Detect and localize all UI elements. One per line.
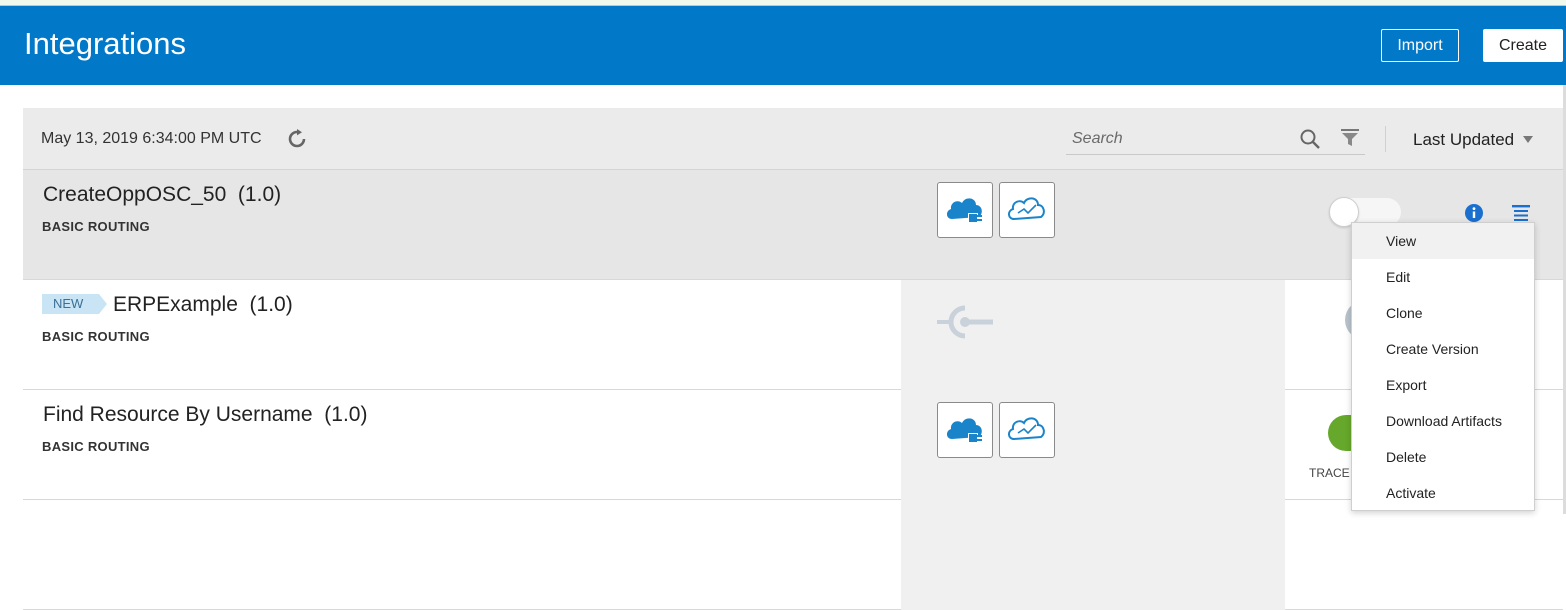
- last-refresh-timestamp: May 13, 2019 6:34:00 PM UTC: [41, 130, 262, 147]
- search-icon[interactable]: [1299, 128, 1321, 150]
- integration-pattern: BASIC ROUTING: [42, 219, 150, 234]
- menu-item-view[interactable]: View: [1352, 223, 1534, 259]
- integration-name[interactable]: Find Resource By Username (1.0): [43, 403, 367, 427]
- integration-name[interactable]: ERPExample (1.0): [113, 293, 293, 317]
- connection-plug-icon: [937, 305, 993, 339]
- page-title: Integrations: [24, 26, 186, 61]
- new-badge: NEW: [42, 294, 107, 314]
- integration-row[interactable]: Find Resource By Username (1.0) BASIC RO…: [23, 390, 1563, 500]
- integration-pattern: BASIC ROUTING: [42, 439, 150, 454]
- search-box: [1066, 122, 1365, 155]
- menu-item-download-artifacts[interactable]: Download Artifacts: [1352, 403, 1534, 439]
- import-button[interactable]: Import: [1381, 29, 1459, 62]
- source-adapter[interactable]: [937, 182, 993, 238]
- source-adapter[interactable]: [937, 402, 993, 458]
- hamburger-menu-icon[interactable]: [1511, 204, 1531, 222]
- integration-row[interactable]: NEW ERPExample (1.0) BASIC ROUTING: [23, 280, 1563, 390]
- menu-item-export[interactable]: Export: [1352, 367, 1534, 403]
- cloud-adapter-icon: [946, 418, 982, 443]
- menu-item-clone[interactable]: Clone: [1352, 295, 1534, 331]
- adapters-column: [901, 500, 1285, 610]
- adapters-column: [901, 170, 1285, 280]
- list-toolbar: May 13, 2019 6:34:00 PM UTC Last Updated: [23, 108, 1563, 170]
- cloud-trigger-icon: [1008, 417, 1045, 441]
- trace-label: TRACE: [1309, 466, 1350, 480]
- sort-select[interactable]: Last Updated: [1413, 130, 1514, 150]
- menu-item-activate[interactable]: Activate: [1352, 475, 1534, 511]
- row-actions-menu: View Edit Clone Create Version Export Do…: [1351, 222, 1535, 511]
- menu-item-edit[interactable]: Edit: [1352, 259, 1534, 295]
- integration-row[interactable]: [23, 500, 1563, 610]
- cloud-adapter-icon: [946, 198, 982, 223]
- chevron-down-icon[interactable]: [1521, 133, 1535, 145]
- toolbar-divider: [1385, 126, 1386, 152]
- filter-icon[interactable]: [1339, 127, 1361, 149]
- search-input[interactable]: [1072, 128, 1292, 150]
- info-icon[interactable]: [1464, 203, 1484, 223]
- target-adapter[interactable]: [999, 402, 1055, 458]
- target-adapter[interactable]: [999, 182, 1055, 238]
- refresh-icon[interactable]: [287, 129, 307, 149]
- integration-row[interactable]: CreateOppOSC_50 (1.0) BASIC ROUTING: [23, 170, 1563, 280]
- adapters-column: [901, 280, 1285, 390]
- menu-item-create-version[interactable]: Create Version: [1352, 331, 1534, 367]
- integration-pattern: BASIC ROUTING: [42, 329, 150, 344]
- cloud-trigger-icon: [1008, 197, 1045, 221]
- integrations-panel: May 13, 2019 6:34:00 PM UTC Last Updated…: [23, 108, 1563, 610]
- create-button[interactable]: Create: [1483, 29, 1563, 62]
- adapters-column: [901, 390, 1285, 500]
- menu-item-delete[interactable]: Delete: [1352, 439, 1534, 475]
- page-header: Integrations Import Create: [0, 6, 1566, 85]
- integration-name[interactable]: CreateOppOSC_50 (1.0): [43, 183, 281, 207]
